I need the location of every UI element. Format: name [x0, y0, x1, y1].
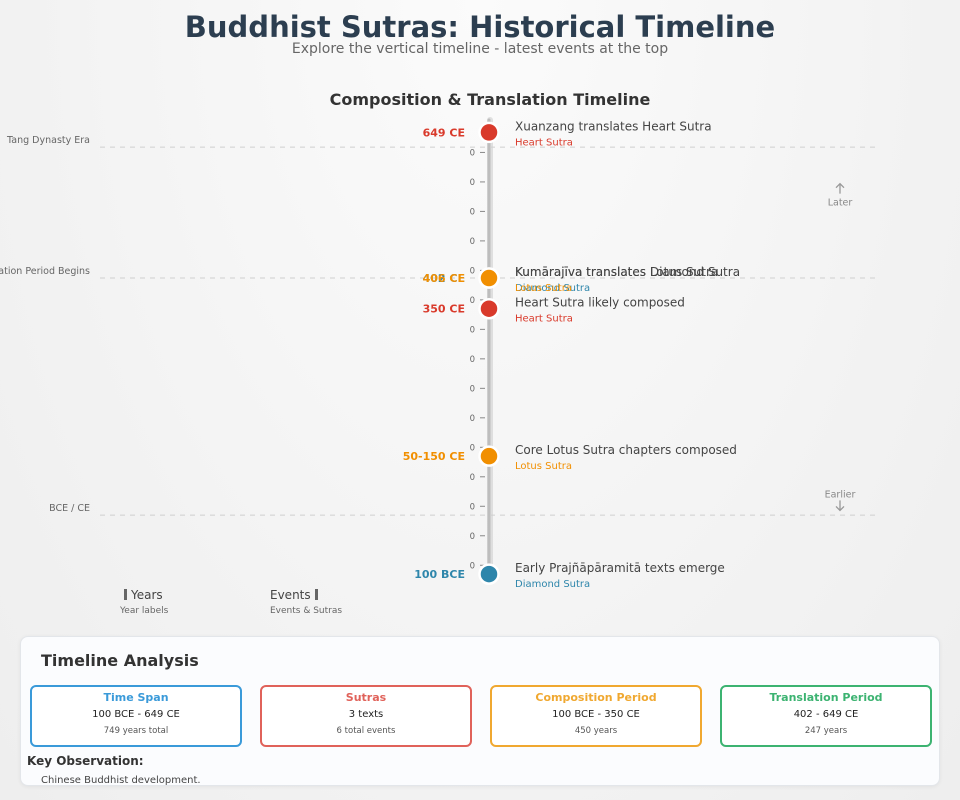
- axis-tick-label: 0: [470, 473, 475, 483]
- event-sutra-label: Heart Sutra: [515, 137, 573, 148]
- card-composition-period: Composition Period 100 BCE - 350 CE 450 …: [490, 685, 702, 747]
- direction-later-label: Later: [828, 198, 853, 209]
- legend-events-label: Events: [270, 588, 311, 602]
- event-title: Early Prajñāpāramitā texts emerge: [515, 561, 725, 575]
- card-sub: 247 years: [804, 726, 848, 736]
- event-sutra-label: Lotus Sutra: [515, 283, 572, 294]
- event-title: Kumārajīva translates Lotus Sutra: [515, 265, 718, 279]
- card-translation-period: Translation Period 402 - 649 CE 247 year…: [720, 685, 932, 747]
- legend-years-swatch: [124, 589, 127, 600]
- axis-tick-label: 0: [470, 532, 475, 542]
- event-sutra-label: Lotus Sutra: [515, 461, 572, 472]
- card-value: 100 BCE - 350 CE: [552, 709, 640, 720]
- card-sub: 749 years total: [103, 726, 169, 736]
- card-title: Composition Period: [535, 691, 657, 704]
- event-title: Core Lotus Sutra chapters composed: [515, 443, 737, 457]
- card-time-span: Time Span 100 BCE - 649 CE 749 years tot…: [30, 685, 242, 747]
- axis-tick-label: 0: [470, 325, 475, 335]
- era-label: Translation Period Begins: [0, 266, 90, 277]
- event-marker: [478, 563, 500, 585]
- legend-years-label: Years: [131, 588, 163, 602]
- legend-events: Events Events & Sutras: [270, 588, 342, 616]
- timeline-chart: Tang Dynasty Era Translation Period Begin…: [0, 117, 875, 590]
- era-label: BCE / CE: [49, 503, 90, 514]
- card-title: Translation Period: [769, 691, 883, 704]
- observation-text: Chinese Buddhist development.: [41, 775, 201, 786]
- card-title: Time Span: [103, 691, 169, 704]
- era-label: Tang Dynasty Era: [6, 135, 90, 146]
- event-year-label: 350 CE: [423, 303, 465, 316]
- card-value: 402 - 649 CE: [793, 709, 859, 720]
- legend-events-sub: Events & Sutras: [270, 606, 343, 616]
- card-value: 100 BCE - 649 CE: [92, 709, 180, 720]
- axis-tick-label: 0: [470, 443, 475, 453]
- axis-tick-label: 0: [470, 561, 475, 571]
- arrow-down-icon: [835, 500, 845, 512]
- event-year-label: 50-150 CE: [403, 450, 465, 463]
- axis-tick-label: 0: [470, 384, 475, 394]
- axis-tick-label: 0: [470, 148, 475, 158]
- legend-years: Years Year labels: [120, 588, 168, 616]
- event-sutra-label: Diamond Sutra: [515, 579, 590, 590]
- event-marker: [478, 297, 500, 320]
- axis-tick-label: 0: [470, 296, 475, 306]
- event-title: Heart Sutra likely composed: [515, 296, 685, 310]
- direction-earlier-label: Earlier: [825, 489, 856, 500]
- event-year-label: 100 BCE: [414, 568, 465, 581]
- timeline-analysis-panel: Timeline Analysis Time Span 100 BCE - 64…: [20, 636, 940, 786]
- axis-tick-label: 0: [470, 266, 475, 276]
- axis-tick-label: 0: [470, 355, 475, 365]
- event-year-label: 406 CE: [423, 272, 465, 285]
- event-marker: [478, 445, 500, 467]
- event-year-label: 649 CE: [423, 126, 465, 139]
- axis-tick-label: 0: [470, 502, 475, 512]
- observation-title: Key Observation:: [27, 754, 144, 768]
- axis-tick-label: 0: [470, 237, 475, 247]
- card-sub: 450 years: [574, 726, 618, 736]
- event-marker: [478, 267, 500, 289]
- card-value: 3 texts: [348, 709, 384, 720]
- card-sutras: Sutras 3 texts 6 total events: [260, 685, 472, 747]
- event-title: Xuanzang translates Heart Sutra: [515, 119, 712, 133]
- legend-events-swatch: [314, 589, 318, 600]
- axis-tick-label: 0: [470, 414, 475, 424]
- card-title: Sutras: [345, 691, 387, 704]
- event-marker: [478, 121, 500, 144]
- axis-tick-label: 0: [470, 178, 475, 188]
- event-sutra-label: Heart Sutra: [515, 314, 573, 325]
- card-sub: 6 total events: [336, 726, 396, 736]
- panel-title: Timeline Analysis: [41, 651, 199, 670]
- arrow-up-icon: [835, 182, 845, 194]
- legend-years-sub: Year labels: [120, 606, 169, 616]
- axis-tick-label: 0: [470, 207, 475, 217]
